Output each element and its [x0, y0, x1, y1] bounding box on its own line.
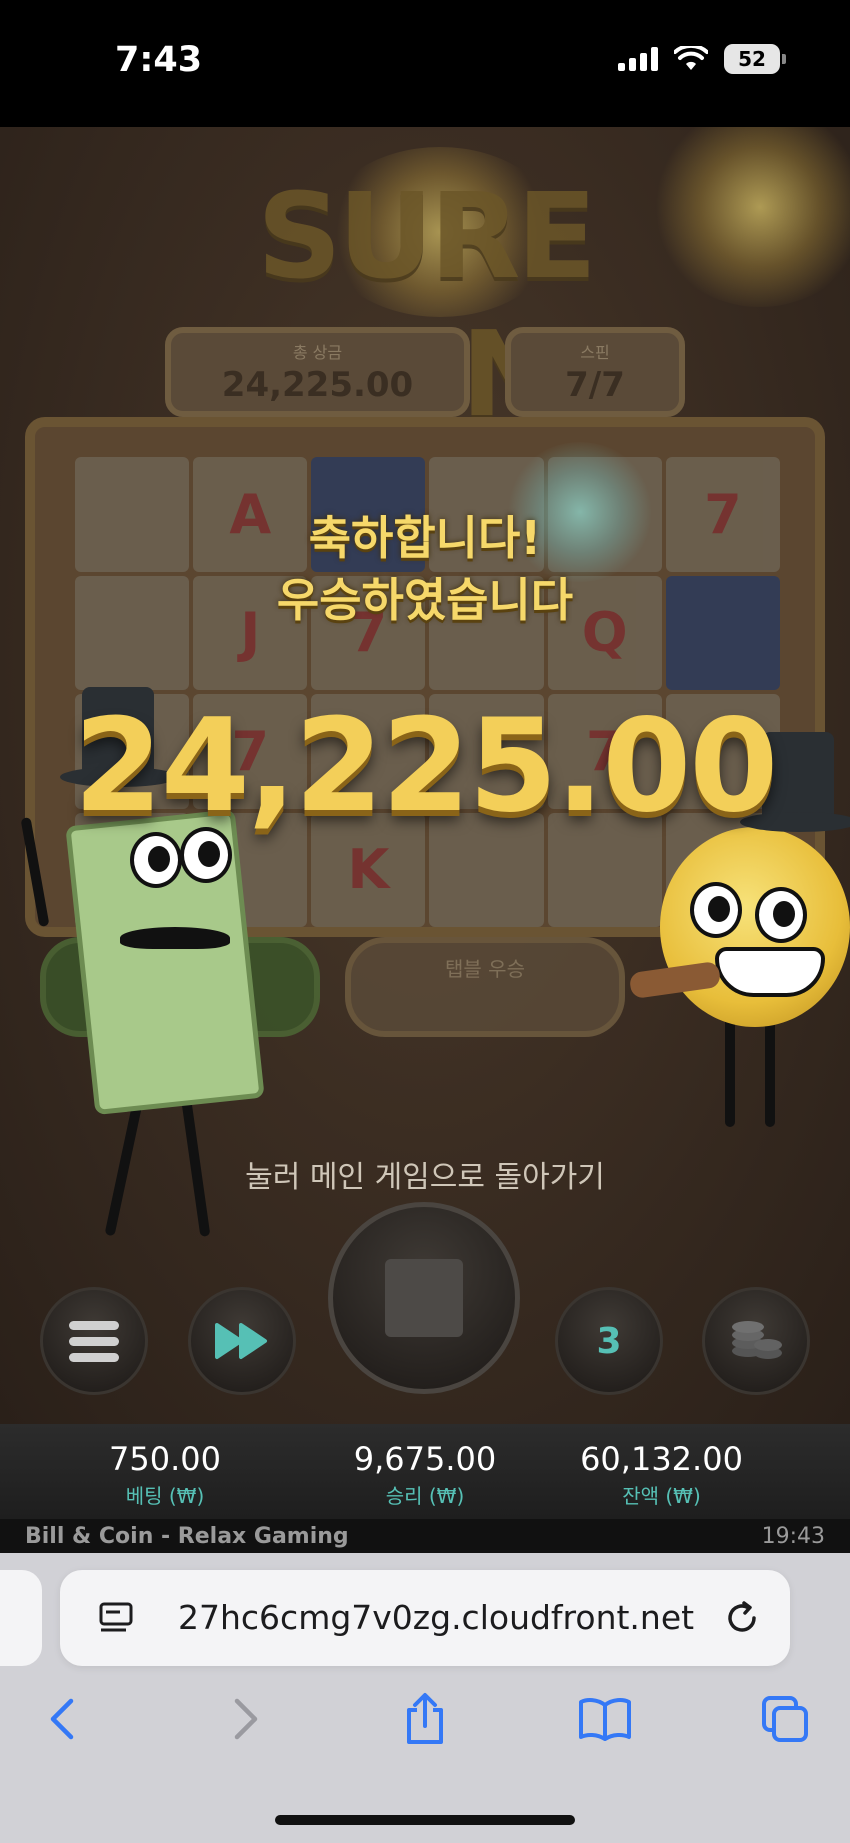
bookmarks-button[interactable]: [575, 1689, 635, 1749]
spin-value: 7/7: [565, 365, 625, 405]
fast-forward-icon: [215, 1323, 267, 1359]
browser-toolbar: 27hc6cmg7v0zg.cloudfront.net: [0, 1553, 850, 1843]
bet-display: 750.00 베팅 (₩): [0, 1424, 330, 1519]
balance-bar: 750.00 베팅 (₩) 9,675.00 승리 (₩) 60,132.00 …: [0, 1424, 850, 1519]
coin-eye: [690, 882, 742, 938]
total-win-box: 총 상금 24,225.00: [165, 327, 470, 417]
firework-effect: [650, 127, 850, 307]
lower-info-box: 탭블 우승: [345, 937, 625, 1037]
balance-label: 잔액 (₩): [622, 1484, 701, 1508]
share-icon: [407, 1693, 443, 1744]
bet-label: 베팅 (₩): [125, 1484, 205, 1508]
wifi-icon: [674, 46, 708, 70]
back-button[interactable]: [32, 1689, 92, 1749]
home-indicator[interactable]: [275, 1815, 575, 1825]
coin-character: [660, 827, 850, 1027]
stop-icon: [385, 1259, 463, 1337]
chevron-right-icon: [234, 1698, 258, 1740]
bet-value: 750.00: [109, 1440, 221, 1478]
share-button[interactable]: [395, 1689, 455, 1749]
game-title: Bill & Coin - Relax Gaming: [25, 1524, 349, 1549]
menu-button[interactable]: [40, 1287, 148, 1395]
tabs-icon: [762, 1696, 808, 1742]
win-display: 9,675.00 승리 (₩): [330, 1424, 520, 1519]
total-win-label: 총 상금: [292, 343, 343, 362]
autoplay-count: 3: [596, 1320, 622, 1362]
game-logo: SURE WIN: [256, 167, 597, 443]
coin-leg: [765, 1017, 775, 1127]
turbo-button[interactable]: [188, 1287, 296, 1395]
stop-button[interactable]: [328, 1202, 520, 1394]
coin-eye: [755, 887, 807, 943]
win-value: 9,675.00: [353, 1440, 497, 1478]
url-text: 27hc6cmg7v0zg.cloudfront.net: [178, 1598, 695, 1637]
autoplay-count-button[interactable]: 3: [555, 1287, 663, 1395]
win-label: 승리 (₩): [385, 1484, 465, 1508]
game-footer: Bill & Coin - Relax Gaming 19:43: [0, 1519, 850, 1553]
status-bar: 7:43 52: [0, 0, 850, 127]
coins-stack-icon: [732, 1321, 782, 1359]
book-icon: [579, 1698, 631, 1741]
balance-display: 60,132.00 잔액 (₩): [520, 1424, 803, 1519]
congrats-line-1: 축하합니다!: [308, 511, 542, 565]
game-canvas[interactable]: SURE WIN 총 상금 24,225.00 스핀 7/7 A7J7Q77K …: [0, 127, 850, 1424]
status-icons: 52: [618, 44, 786, 74]
page-menu-icon[interactable]: [98, 1600, 134, 1636]
balance-value: 60,132.00: [580, 1440, 743, 1478]
congrats-line-2: 우승하였습니다: [276, 573, 574, 627]
coin-leg: [725, 1017, 735, 1127]
browser-nav-row: [0, 1683, 850, 1763]
win-amount: 24,225.00: [73, 692, 779, 841]
bet-settings-button[interactable]: [702, 1287, 810, 1395]
previous-tab-preview[interactable]: [0, 1570, 42, 1666]
cellular-signal-icon: [618, 47, 658, 71]
congrats-message: 축하합니다! 우승하였습니다: [0, 507, 850, 631]
spin-label: 스핀: [580, 343, 610, 362]
forward-button[interactable]: [216, 1689, 276, 1749]
tabs-button[interactable]: [755, 1689, 815, 1749]
reload-icon[interactable]: [722, 1598, 762, 1638]
return-to-main-hint[interactable]: 눌러 메인 게임으로 돌아가기: [0, 1152, 850, 1196]
coin-grin: [715, 947, 825, 997]
lower-info-label: 탭블 우승: [445, 957, 525, 981]
battery-icon: 52: [724, 44, 786, 74]
hamburger-icon: [69, 1314, 119, 1369]
spin-counter-box: 스핀 7/7: [505, 327, 685, 417]
address-bar[interactable]: 27hc6cmg7v0zg.cloudfront.net: [60, 1570, 790, 1666]
status-time: 7:43: [115, 40, 203, 80]
total-win-value: 24,225.00: [221, 365, 414, 405]
game-clock: 19:43: [761, 1524, 825, 1549]
mustache: [120, 927, 230, 949]
chevron-left-icon: [50, 1698, 74, 1740]
